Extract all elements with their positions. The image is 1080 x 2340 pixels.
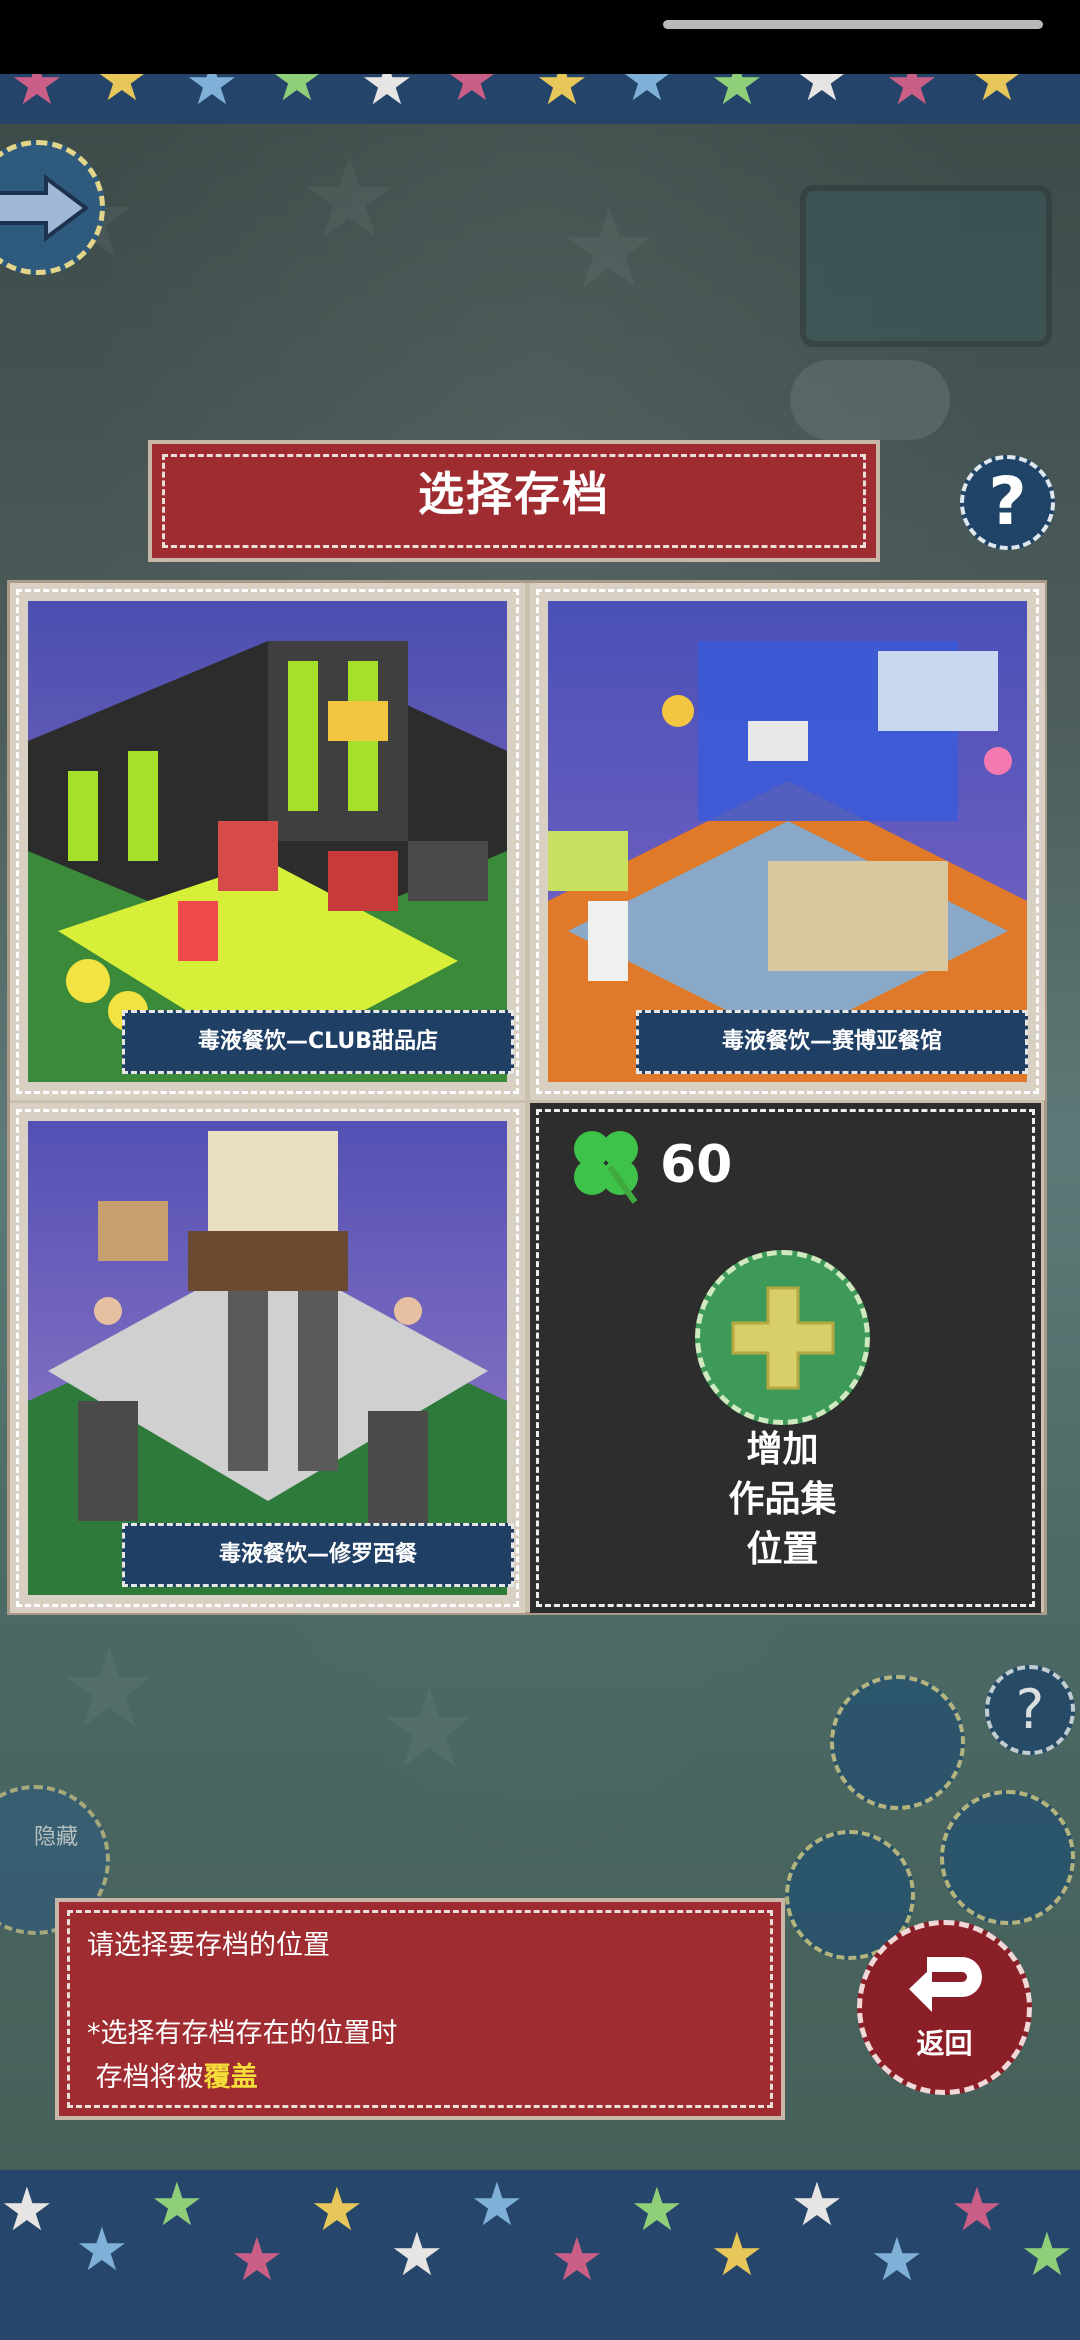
back-label: 返回 [916, 2027, 973, 2060]
home-indicator[interactable] [663, 20, 1043, 29]
return-arrow-icon [909, 1957, 982, 2012]
add-slot-button[interactable] [695, 1250, 870, 1425]
question-icon: ? [988, 463, 1027, 540]
help-button-secondary[interactable]: ? [985, 1665, 1075, 1755]
page-title: 选择存档 [418, 467, 610, 521]
clover-count: 60 [660, 1135, 733, 1195]
plus-icon [731, 1286, 835, 1390]
arrow-right-icon [0, 174, 90, 242]
save-slot-2[interactable]: 毒液餐饮—赛博亚餐馆 [530, 583, 1045, 1100]
open-sign [790, 360, 950, 440]
camera-button[interactable] [940, 1790, 1075, 1925]
add-slot-text: 增加 作品集 位置 [728, 1429, 837, 1570]
clover-icon [574, 1131, 638, 1204]
info-message-box: 请选择要存档的位置 *选择有存档存在的位置时 存档将被覆盖 [55, 1898, 785, 2120]
bottom-star-border: ★ ★ ★ ★ ★ ★ ★ ★ ★ ★ ★ ★ ★ ★ [0, 2170, 1080, 2340]
shop-hat-button[interactable] [830, 1675, 965, 1810]
title-banner: 选择存档 [148, 440, 880, 562]
top-star-border: ★ ★ ★ ★ ★ ★ ★ ★ ★ ★ ★ ★ [0, 74, 1080, 124]
save-slot-1[interactable]: 毒液餐饮—CLUB甜品店 [10, 583, 525, 1100]
restaurant-sign [800, 185, 1052, 347]
info-text: 请选择要存档的位置 *选择有存档存在的位置时 存档将被覆盖 [87, 1930, 398, 2093]
slot-3-label: 毒液餐饮—修罗西餐 [122, 1523, 514, 1587]
slot-2-label: 毒液餐饮—赛博亚餐馆 [636, 1010, 1028, 1074]
slot-1-label: 毒液餐饮—CLUB甜品店 [122, 1010, 514, 1074]
status-bar [0, 0, 1080, 74]
back-button[interactable]: 返回 [857, 1920, 1032, 2095]
save-slot-3[interactable]: 毒液餐饮—修罗西餐 [10, 1103, 525, 1613]
help-button[interactable]: ? [960, 455, 1055, 550]
